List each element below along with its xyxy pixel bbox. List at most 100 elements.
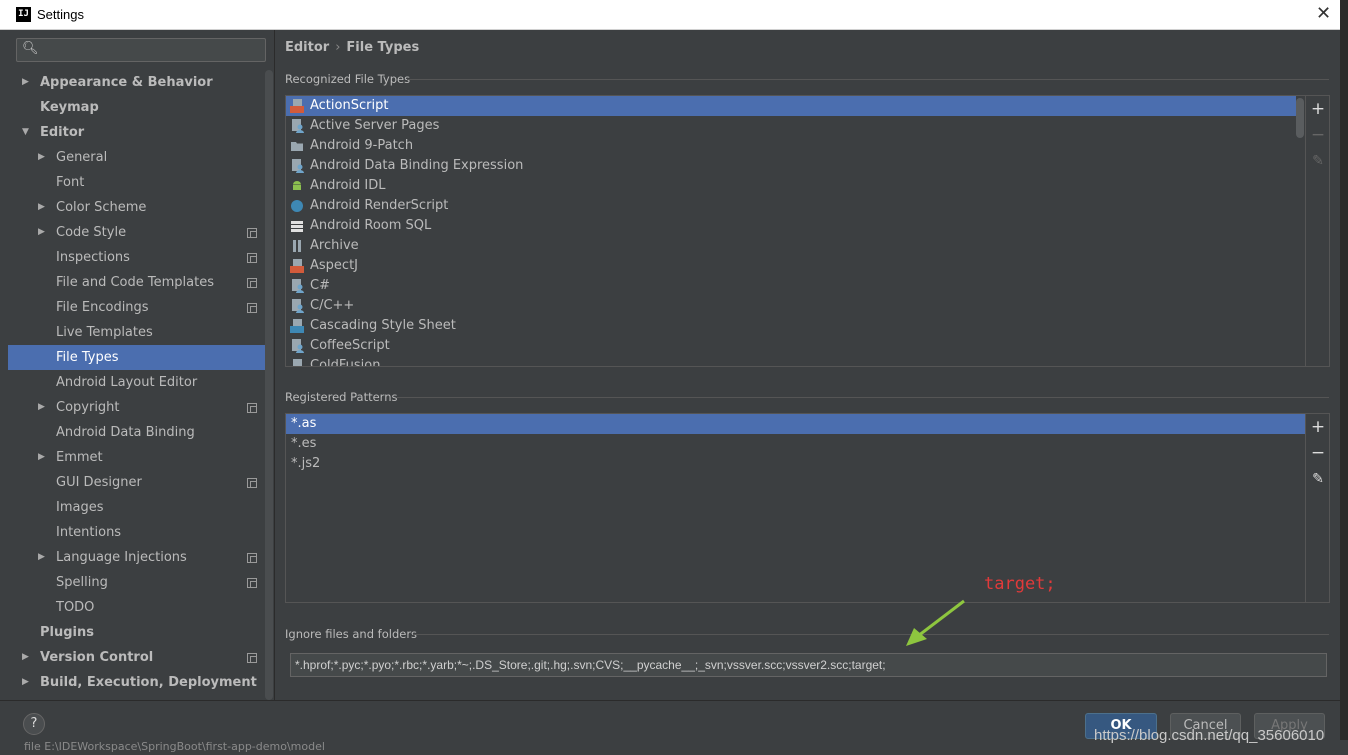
- file-type-label: Active Server Pages: [310, 118, 440, 133]
- sidebar-item-version-control[interactable]: ▶ Version Control: [8, 645, 266, 670]
- file-type-row[interactable]: Archive: [286, 236, 1296, 256]
- sidebar-item-android-layout-editor[interactable]: Android Layout Editor: [8, 370, 266, 395]
- sidebar-item-editor[interactable]: ▼ Editor: [8, 120, 266, 145]
- sidebar-item-keymap[interactable]: Keymap: [8, 95, 266, 120]
- ignore-files-input[interactable]: *.hprof;*.pyc;*.pyo;*.rbc;*.yarb;*~;.DS_…: [290, 653, 1327, 677]
- file-type-row[interactable]: ColdFusion: [286, 356, 1296, 366]
- breadcrumb: Editor › File Types: [285, 40, 419, 55]
- file-type-label: Android 9-Patch: [310, 138, 414, 153]
- project-scope-icon: [247, 478, 257, 488]
- sidebar-item-spelling[interactable]: Spelling: [8, 570, 266, 595]
- recognized-scrollbar[interactable]: [1296, 98, 1304, 138]
- sidebar-item-todo[interactable]: TODO: [8, 595, 266, 620]
- chevron-down-icon[interactable]: ▼: [22, 120, 32, 145]
- file-type-label: Android Data Binding Expression: [310, 158, 524, 173]
- chevron-right-icon[interactable]: ▶: [38, 220, 48, 245]
- sidebar-item-emmet[interactable]: ▶ Emmet: [8, 445, 266, 470]
- add-pattern-button[interactable]: +: [1306, 416, 1329, 438]
- sidebar-item-label: Android Layout Editor: [56, 375, 198, 390]
- file-type-row[interactable]: C/C++: [286, 296, 1296, 316]
- chevron-right-icon[interactable]: ▶: [38, 395, 48, 420]
- sidebar-item-android-data-binding[interactable]: Android Data Binding: [8, 420, 266, 445]
- chevron-right-icon[interactable]: ▶: [22, 70, 32, 95]
- file-person-icon: [290, 299, 304, 313]
- edit-file-type-button[interactable]: ✎: [1306, 150, 1329, 172]
- sidebar-item-label: Intentions: [56, 525, 122, 540]
- search-input[interactable]: 🔍︎: [16, 38, 266, 62]
- project-scope-icon: [247, 278, 257, 288]
- edit-pattern-button[interactable]: ✎: [1306, 468, 1329, 490]
- sidebar-item-live-templates[interactable]: Live Templates: [8, 320, 266, 345]
- project-scope-icon: [247, 553, 257, 563]
- chevron-right-icon[interactable]: ▶: [38, 445, 48, 470]
- sidebar-item-label: Keymap: [40, 100, 99, 115]
- pattern-row[interactable]: *.as: [286, 414, 1305, 434]
- file-type-row[interactable]: Android Data Binding Expression: [286, 156, 1296, 176]
- file-type-label: CoffeeScript: [310, 338, 390, 353]
- file-type-row[interactable]: Active Server Pages: [286, 116, 1296, 136]
- help-button[interactable]: ?: [23, 713, 45, 735]
- chevron-right-icon[interactable]: ▶: [22, 645, 32, 670]
- recognized-file-types-list[interactable]: ActionScript Active Server Pages Android 9…: [285, 95, 1330, 367]
- file-type-row[interactable]: Android 9-Patch: [286, 136, 1296, 156]
- file-person-icon: [290, 279, 304, 293]
- sidebar-item-file-encodings[interactable]: File Encodings: [8, 295, 266, 320]
- file-type-row[interactable]: Cascading Style Sheet: [286, 316, 1296, 336]
- intellij-logo-icon: IJ: [16, 7, 31, 22]
- sidebar-item-gui-designer[interactable]: GUI Designer: [8, 470, 266, 495]
- close-icon[interactable]: ✕: [1316, 4, 1331, 24]
- sidebar-item-plugins[interactable]: Plugins: [8, 620, 266, 645]
- file-type-row[interactable]: Android RenderScript: [286, 196, 1296, 216]
- sidebar-item-file-and-code-templates[interactable]: File and Code Templates: [8, 270, 266, 295]
- sidebar-item-font[interactable]: Font: [8, 170, 266, 195]
- file-type-row[interactable]: CoffeeScript: [286, 336, 1296, 356]
- chevron-right-icon[interactable]: ▶: [38, 195, 48, 220]
- sidebar-item-code-style[interactable]: ▶ Code Style: [8, 220, 266, 245]
- pattern-label: *.js2: [291, 456, 321, 471]
- sidebar-item-inspections[interactable]: Inspections: [8, 245, 266, 270]
- add-file-type-button[interactable]: +: [1306, 98, 1329, 120]
- watermark: https://blog.csdn.net/qq_35606010: [1094, 727, 1325, 744]
- sidebar-item-label: Android Data Binding: [56, 425, 195, 440]
- file-type-row[interactable]: Android Room SQL: [286, 216, 1296, 236]
- sidebar-item-language-injections[interactable]: ▶ Language Injections: [8, 545, 266, 570]
- table-icon: [290, 219, 304, 233]
- sidebar-item-appearance-behavior[interactable]: ▶ Appearance & Behavior: [8, 70, 266, 95]
- window-title: Settings: [37, 7, 84, 22]
- remove-file-type-button[interactable]: −: [1306, 124, 1329, 146]
- file-type-row[interactable]: AspectJ: [286, 256, 1296, 276]
- file-type-row[interactable]: C#: [286, 276, 1296, 296]
- sidebar-item-build-execution-deployment[interactable]: ▶ Build, Execution, Deployment: [8, 670, 266, 695]
- archive-icon: [290, 239, 304, 253]
- sidebar-item-label: File and Code Templates: [56, 275, 214, 290]
- file-type-row[interactable]: Android IDL: [286, 176, 1296, 196]
- sidebar-item-label: File Types: [56, 350, 119, 365]
- file-type-label: C#: [310, 278, 330, 293]
- sidebar-item-file-types[interactable]: File Types: [8, 345, 266, 370]
- pattern-row[interactable]: *.es: [286, 434, 1305, 454]
- chevron-right-icon[interactable]: ▶: [22, 670, 32, 695]
- file-type-row[interactable]: ActionScript: [286, 96, 1296, 116]
- chevron-right-icon[interactable]: ▶: [38, 545, 48, 570]
- sidebar-item-color-scheme[interactable]: ▶ Color Scheme: [8, 195, 266, 220]
- sidebar-item-intentions[interactable]: Intentions: [8, 520, 266, 545]
- sidebar-item-label: TODO: [56, 600, 95, 615]
- sidebar-item-general[interactable]: ▶ General: [8, 145, 266, 170]
- title-bar: IJ Settings ✕: [0, 0, 1340, 30]
- annotation-arrow-icon: [906, 599, 965, 646]
- sidebar-item-label: Live Templates: [56, 325, 153, 340]
- ignore-title: Ignore files and folders: [285, 627, 418, 641]
- file-type-label: Cascading Style Sheet: [310, 318, 456, 333]
- breadcrumb-parent[interactable]: Editor: [285, 40, 329, 55]
- sidebar-item-copyright[interactable]: ▶ Copyright: [8, 395, 266, 420]
- sidebar-scrollbar[interactable]: [265, 70, 273, 700]
- sidebar-item-label: Build, Execution, Deployment: [40, 675, 257, 690]
- file-types-panel: Editor › File Types Recognized File Types …: [275, 30, 1340, 700]
- sidebar-item-label: Spelling: [56, 575, 108, 590]
- chevron-right-icon[interactable]: ▶: [38, 145, 48, 170]
- pattern-row[interactable]: *.js2: [286, 454, 1305, 474]
- registered-patterns-list[interactable]: *.as *.es *.js2 + − ✎: [285, 413, 1330, 603]
- remove-pattern-button[interactable]: −: [1306, 442, 1329, 464]
- file-person-icon: [290, 159, 304, 173]
- sidebar-item-images[interactable]: Images: [8, 495, 266, 520]
